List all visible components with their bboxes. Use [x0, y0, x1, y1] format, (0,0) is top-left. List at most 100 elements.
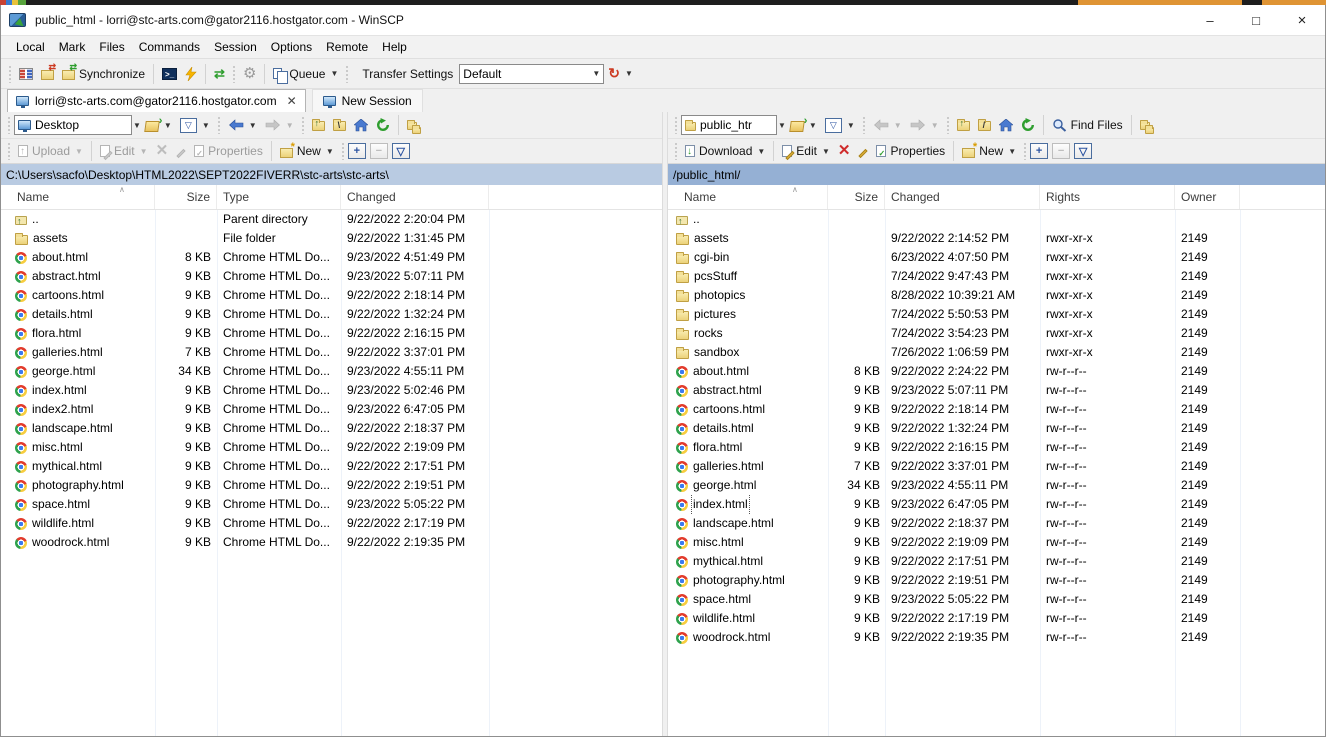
find-files-button[interactable]: Find Files [1048, 113, 1127, 137]
table-row[interactable]: cgi-bin6/23/2022 4:07:50 PMrwxr-xr-x2149 [668, 248, 1325, 267]
column-header-changed[interactable]: Changed [885, 185, 1040, 209]
queue-button[interactable]: Queue ▼ [269, 62, 342, 86]
table-row[interactable]: abstract.html9 KBChrome HTML Do...9/23/2… [1, 267, 662, 286]
rename-button[interactable] [172, 139, 190, 163]
new-session-tab[interactable]: New Session [312, 89, 423, 112]
menu-session[interactable]: Session [207, 36, 264, 58]
table-row[interactable]: woodrock.html9 KB9/22/2022 2:19:35 PMrw-… [668, 628, 1325, 647]
parent-directory-button[interactable]: ↑ [953, 113, 974, 137]
new-button[interactable]: New ▼ [276, 139, 338, 163]
table-row[interactable]: galleries.html7 KB9/22/2022 3:37:01 PMrw… [668, 457, 1325, 476]
table-row[interactable]: cartoons.html9 KB9/22/2022 2:18:14 PMrw-… [668, 400, 1325, 419]
table-row[interactable]: assetsFile folder9/22/2022 1:31:45 PM [1, 229, 662, 248]
column-header-name[interactable]: Name [668, 185, 828, 209]
table-row[interactable]: sandbox7/26/2022 1:06:59 PMrwxr-xr-x2149 [668, 343, 1325, 362]
copy-path-button[interactable] [1136, 113, 1154, 137]
table-row[interactable]: cartoons.html9 KBChrome HTML Do...9/22/2… [1, 286, 662, 305]
home-directory-button[interactable] [350, 113, 372, 137]
properties-button[interactable]: ✓ Properties [190, 139, 267, 163]
edit-button[interactable]: Edit ▼ [96, 139, 152, 163]
column-header-owner[interactable]: Owner [1175, 185, 1240, 209]
open-directory-button[interactable]: ▼ [141, 113, 176, 137]
filter-button[interactable]: ▽▼ [821, 113, 859, 137]
table-row[interactable]: flora.html9 KB9/22/2022 2:16:15 PMrw-r--… [668, 438, 1325, 457]
table-row[interactable]: pictures7/24/2022 5:50:53 PMrwxr-xr-x214… [668, 305, 1325, 324]
column-header-name[interactable]: Name [1, 185, 155, 209]
table-row[interactable]: landscape.html9 KBChrome HTML Do...9/22/… [1, 419, 662, 438]
table-row[interactable]: landscape.html9 KB9/22/2022 2:18:37 PMrw… [668, 514, 1325, 533]
remote-path-bar[interactable]: /public_html/ [668, 163, 1325, 185]
table-row[interactable]: rocks7/24/2022 3:54:23 PMrwxr-xr-x2149 [668, 324, 1325, 343]
table-row[interactable]: index2.html9 KBChrome HTML Do...9/23/202… [1, 400, 662, 419]
preferences-button[interactable]: ⚙ [239, 62, 260, 86]
run-command-button[interactable] [181, 62, 201, 86]
menu-commands[interactable]: Commands [132, 36, 207, 58]
transfer-settings-combo[interactable]: Default ▼ [459, 64, 604, 84]
select-filter-button[interactable]: ▽ [1074, 143, 1092, 159]
table-row[interactable]: space.html9 KBChrome HTML Do...9/23/2022… [1, 495, 662, 514]
table-row[interactable]: misc.html9 KB9/22/2022 2:19:09 PMrw-r--r… [668, 533, 1325, 552]
delete-button[interactable]: ✕ [834, 139, 855, 163]
table-row[interactable]: ..Parent directory9/22/2022 2:20:04 PM [1, 210, 662, 229]
rename-button[interactable] [854, 139, 872, 163]
forward-button[interactable]: ▼ [261, 113, 298, 137]
local-path-bar[interactable]: C:\Users\sacfo\Desktop\HTML2022\SEPT2022… [1, 163, 662, 185]
menu-local[interactable]: Local [9, 36, 52, 58]
synchronize-browsing-button[interactable] [37, 62, 58, 86]
upload-button[interactable]: ↑ Upload ▼ [14, 139, 87, 163]
table-row[interactable]: about.html8 KB9/22/2022 2:24:22 PMrw-r--… [668, 362, 1325, 381]
root-directory-button[interactable]: / [974, 113, 995, 137]
copy-path-button[interactable] [403, 113, 421, 137]
parent-directory-button[interactable]: ↑ [308, 113, 329, 137]
root-directory-button[interactable]: \ [329, 113, 350, 137]
table-row[interactable]: index.html9 KBChrome HTML Do...9/23/2022… [1, 381, 662, 400]
maximize-button[interactable]: □ [1233, 5, 1279, 35]
table-row[interactable]: mythical.html9 KBChrome HTML Do...9/22/2… [1, 457, 662, 476]
refresh-session-button[interactable]: ⇄ [210, 62, 229, 86]
column-header-size[interactable]: Size [155, 185, 217, 209]
select-filter-button[interactable]: ▽ [392, 143, 410, 159]
refresh-button[interactable] [1017, 113, 1039, 137]
menu-help[interactable]: Help [375, 36, 414, 58]
local-drive-combo[interactable]: Desktop [14, 115, 132, 135]
table-row[interactable]: galleries.html7 KBChrome HTML Do...9/22/… [1, 343, 662, 362]
minimize-button[interactable]: – [1187, 5, 1233, 35]
download-button[interactable]: ↓ Download ▼ [681, 139, 769, 163]
column-header-changed[interactable]: Changed [341, 185, 489, 209]
menu-mark[interactable]: Mark [52, 36, 93, 58]
select-remove-button[interactable]: − [370, 143, 388, 159]
table-row[interactable]: photopics8/28/2022 10:39:21 AMrwxr-xr-x2… [668, 286, 1325, 305]
menu-files[interactable]: Files [92, 36, 131, 58]
transfer-options-button[interactable]: ↻ ▼ [604, 62, 637, 86]
table-row[interactable]: details.html9 KB9/22/2022 1:32:24 PMrw-r… [668, 419, 1325, 438]
table-row[interactable]: about.html8 KBChrome HTML Do...9/23/2022… [1, 248, 662, 267]
table-row[interactable]: index.html9 KB9/23/2022 6:47:05 PMrw-r--… [668, 495, 1325, 514]
table-row[interactable]: wildlife.html9 KB9/22/2022 2:17:19 PMrw-… [668, 609, 1325, 628]
properties-button[interactable]: ✓ Properties [872, 139, 949, 163]
table-row[interactable]: photography.html9 KB9/22/2022 2:19:51 PM… [668, 571, 1325, 590]
remote-directory-combo[interactable]: public_htr [681, 115, 777, 135]
new-button[interactable]: New ▼ [958, 139, 1020, 163]
open-terminal-button[interactable]: >_ [158, 62, 181, 86]
table-row[interactable]: .. [668, 210, 1325, 229]
select-remove-button[interactable]: − [1052, 143, 1070, 159]
menu-options[interactable]: Options [264, 36, 319, 58]
delete-button[interactable]: ✕ [152, 139, 173, 163]
table-row[interactable]: wildlife.html9 KBChrome HTML Do...9/22/2… [1, 514, 662, 533]
back-button[interactable]: ▼ [869, 113, 906, 137]
forward-button[interactable]: ▼ [906, 113, 943, 137]
compare-directories-button[interactable] [15, 62, 37, 86]
table-row[interactable]: space.html9 KB9/23/2022 5:05:22 PMrw-r--… [668, 590, 1325, 609]
home-directory-button[interactable] [995, 113, 1017, 137]
select-add-button[interactable]: + [1030, 143, 1048, 159]
session-tab[interactable]: lorri@stc-arts.com@gator2116.hostgator.c… [7, 89, 306, 112]
table-row[interactable]: woodrock.html9 KBChrome HTML Do...9/22/2… [1, 533, 662, 552]
menu-remote[interactable]: Remote [319, 36, 375, 58]
column-header-size[interactable]: Size [828, 185, 885, 209]
refresh-button[interactable] [372, 113, 394, 137]
table-row[interactable]: photography.html9 KBChrome HTML Do...9/2… [1, 476, 662, 495]
filter-button[interactable]: ▽▼ [176, 113, 214, 137]
table-row[interactable]: mythical.html9 KB9/22/2022 2:17:51 PMrw-… [668, 552, 1325, 571]
table-row[interactable]: details.html9 KBChrome HTML Do...9/22/20… [1, 305, 662, 324]
synchronize-button[interactable]: Synchronize [58, 62, 149, 86]
